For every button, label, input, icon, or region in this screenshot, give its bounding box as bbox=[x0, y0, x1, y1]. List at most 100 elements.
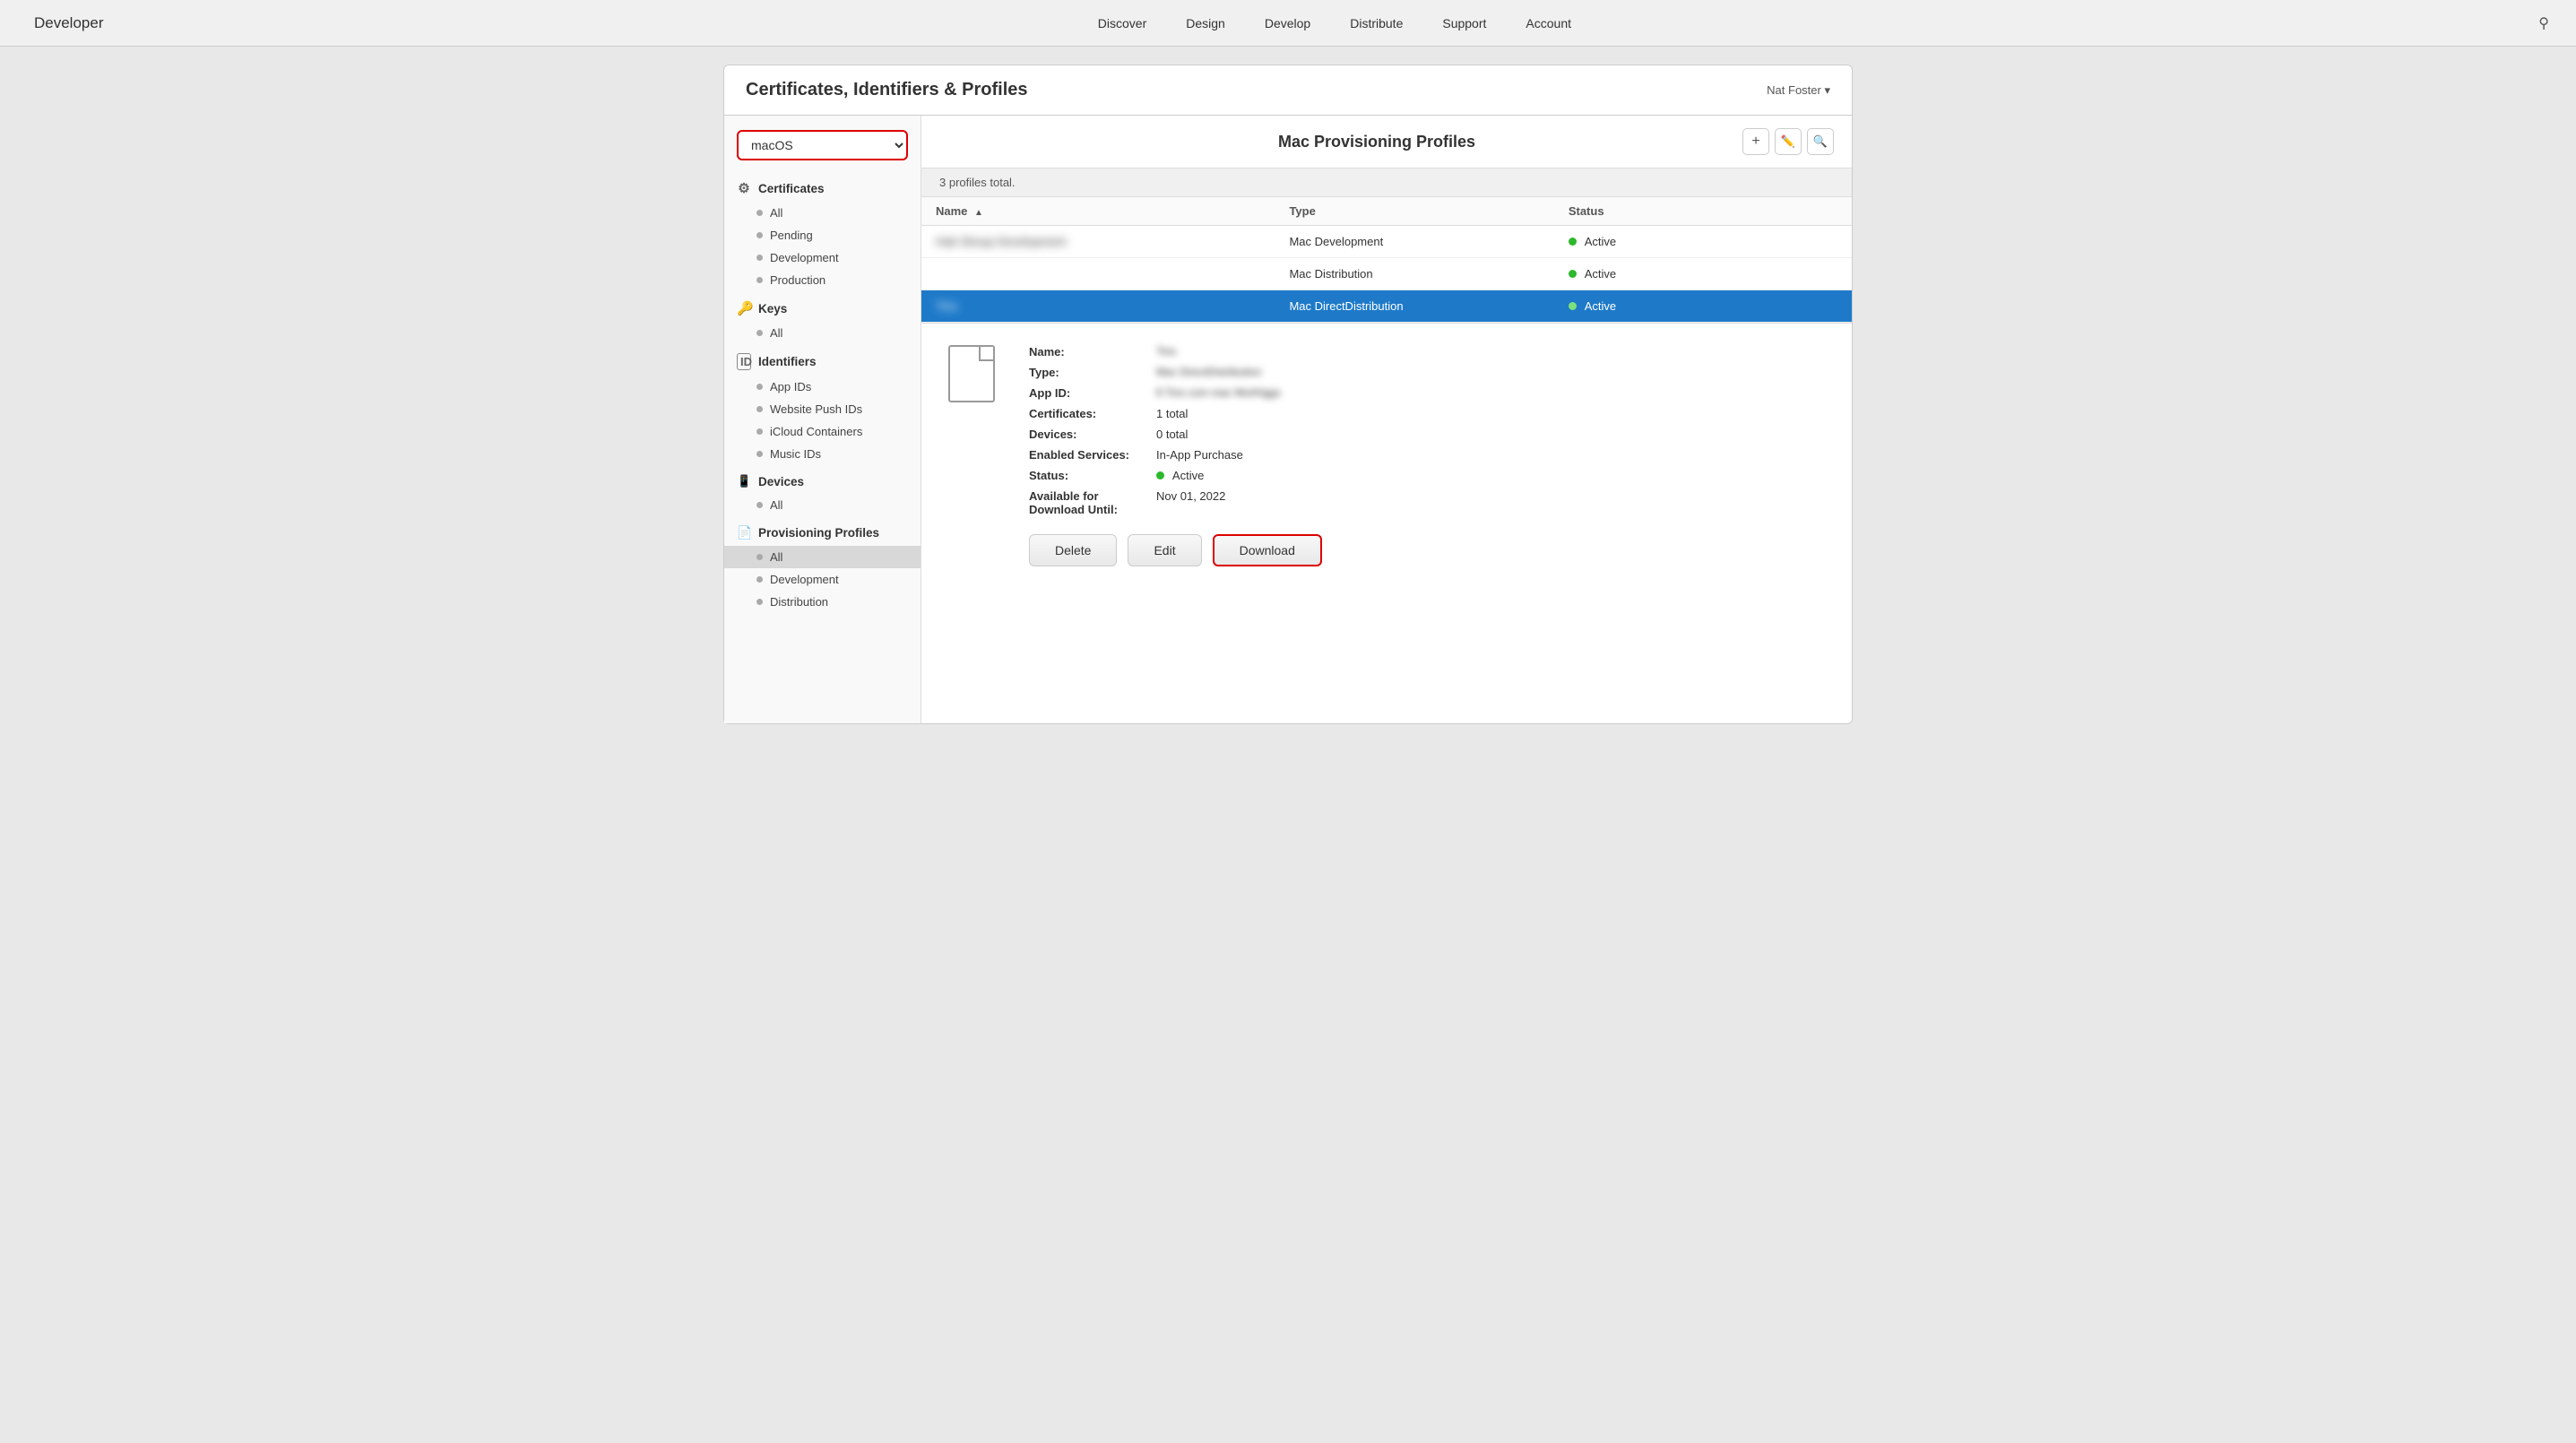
sidebar-item-profiles-development[interactable]: Development bbox=[724, 568, 921, 591]
profile-status: Active bbox=[1585, 267, 1616, 281]
bullet-icon bbox=[756, 554, 763, 560]
profiles-count-text: 3 profiles total. bbox=[939, 176, 1016, 189]
nav-logo[interactable]: Developer bbox=[27, 14, 104, 32]
platform-select-wrapper: macOS iOS tvOS watchOS bbox=[724, 130, 921, 175]
certificates-icon: ⚙ bbox=[737, 180, 751, 196]
row-name: Tins bbox=[921, 290, 1275, 323]
sidebar-item-label: Website Push IDs bbox=[770, 402, 862, 416]
bullet-icon bbox=[756, 277, 763, 283]
search-icon[interactable]: ⚲ bbox=[2538, 14, 2549, 32]
th-status: Status bbox=[1554, 197, 1852, 226]
bullet-icon bbox=[756, 210, 763, 216]
detail-status-label: Status: bbox=[1029, 469, 1145, 482]
nav-develop[interactable]: Develop bbox=[1245, 0, 1330, 47]
file-icon-wrapper bbox=[948, 345, 1002, 575]
sidebar-item-certs-pending[interactable]: Pending bbox=[724, 224, 921, 246]
sidebar-item-label: All bbox=[770, 498, 782, 512]
bullet-icon bbox=[756, 232, 763, 238]
header-actions: + ✏️ 🔍 bbox=[1742, 128, 1834, 155]
add-profile-button[interactable]: + bbox=[1742, 128, 1769, 155]
sidebar-section-devices: 📱 Devices All bbox=[724, 469, 921, 516]
main-container: Certificates, Identifiers & Profiles Nat… bbox=[705, 47, 1871, 724]
sort-arrow-icon: ▲ bbox=[974, 208, 983, 218]
detail-available-value: Nov 01, 2022 bbox=[1156, 489, 1225, 516]
detail-row-devices: Devices: 0 total bbox=[1029, 428, 1825, 441]
edit-profile-button[interactable]: ✏️ bbox=[1775, 128, 1802, 155]
nav-account[interactable]: Account bbox=[1506, 0, 1591, 47]
provisioning-label: Provisioning Profiles bbox=[758, 526, 879, 540]
nav-brand-label: Developer bbox=[34, 14, 104, 32]
sidebar-item-label: App IDs bbox=[770, 380, 811, 393]
sidebar-item-label: Distribution bbox=[770, 595, 828, 609]
bullet-icon bbox=[756, 428, 763, 435]
keys-icon: 🔑 bbox=[737, 300, 751, 316]
sidebar-item-label: iCloud Containers bbox=[770, 425, 862, 438]
bullet-icon bbox=[756, 406, 763, 412]
detail-devices-label: Devices: bbox=[1029, 428, 1145, 441]
download-button[interactable]: Download bbox=[1213, 534, 1322, 566]
sidebar-item-certs-all[interactable]: All bbox=[724, 202, 921, 224]
detail-certs-label: Certificates: bbox=[1029, 407, 1145, 420]
bullet-icon bbox=[756, 384, 763, 390]
sidebar-item-profiles-distribution[interactable]: Distribution bbox=[724, 591, 921, 613]
status-dot-icon bbox=[1156, 471, 1164, 480]
bullet-icon bbox=[756, 576, 763, 583]
sidebar-item-keys-all[interactable]: All bbox=[724, 322, 921, 344]
bullet-icon bbox=[756, 451, 763, 457]
table-row-selected[interactable]: Tins Mac DirectDistribution Active bbox=[921, 290, 1852, 323]
status-dot-icon bbox=[1569, 302, 1577, 310]
bullet-icon bbox=[756, 502, 763, 508]
detail-info: Name: Tins Type: Mac DirectDistribution … bbox=[1029, 345, 1825, 575]
delete-button[interactable]: Delete bbox=[1029, 534, 1117, 566]
nav-links: Discover Design Develop Distribute Suppo… bbox=[131, 0, 2539, 47]
edit-button[interactable]: Edit bbox=[1128, 534, 1201, 566]
user-menu[interactable]: Nat Foster ▾ bbox=[1767, 83, 1830, 98]
detail-name-label: Name: bbox=[1029, 345, 1145, 359]
sidebar-section-keys: 🔑 Keys All bbox=[724, 295, 921, 344]
sidebar-item-certs-development[interactable]: Development bbox=[724, 246, 921, 269]
row-name bbox=[921, 258, 1275, 290]
sidebar-item-music-ids[interactable]: Music IDs bbox=[724, 443, 921, 465]
devices-header: 📱 Devices bbox=[724, 469, 921, 494]
action-buttons: Delete Edit Download bbox=[1029, 534, 1825, 575]
sidebar-item-app-ids[interactable]: App IDs bbox=[724, 376, 921, 398]
keys-header: 🔑 Keys bbox=[724, 295, 921, 322]
profiles-table: Name ▲ Type Status bbox=[921, 197, 1852, 323]
th-status-label: Status bbox=[1569, 204, 1604, 218]
detail-name-value: Tins bbox=[1156, 345, 1176, 359]
certificates-label: Certificates bbox=[758, 182, 825, 195]
sidebar-item-website-push-ids[interactable]: Website Push IDs bbox=[724, 398, 921, 420]
table-row[interactable]: Mac Distribution Active bbox=[921, 258, 1852, 290]
nav-distribute[interactable]: Distribute bbox=[1330, 0, 1422, 47]
profiles-header: Mac Provisioning Profiles + ✏️ 🔍 bbox=[921, 116, 1852, 168]
nav-design[interactable]: Design bbox=[1166, 0, 1245, 47]
identifiers-icon: ID bbox=[737, 353, 751, 370]
sidebar-item-label: All bbox=[770, 326, 782, 340]
sidebar-item-icloud-containers[interactable]: iCloud Containers bbox=[724, 420, 921, 443]
sidebar-item-profiles-all[interactable]: All bbox=[724, 546, 921, 568]
platform-select[interactable]: macOS iOS tvOS watchOS bbox=[737, 130, 908, 160]
sidebar-section-identifiers: ID Identifiers App IDs Website Push IDs … bbox=[724, 348, 921, 465]
sidebar-section-certificates: ⚙ Certificates All Pending Development bbox=[724, 175, 921, 291]
sidebar-item-devices-all[interactable]: All bbox=[724, 494, 921, 516]
page-title: Certificates, Identifiers & Profiles bbox=[746, 80, 1028, 100]
row-status: Active bbox=[1554, 290, 1852, 323]
bullet-icon bbox=[756, 330, 763, 336]
provisioning-icon: 📄 bbox=[737, 525, 751, 540]
profile-status: Active bbox=[1585, 235, 1616, 248]
detail-row-type: Type: Mac DirectDistribution bbox=[1029, 366, 1825, 379]
table-row[interactable]: Hab Shoup Development Mac Development Ac… bbox=[921, 226, 1852, 258]
status-dot-icon bbox=[1569, 238, 1577, 246]
nav-discover[interactable]: Discover bbox=[1078, 0, 1166, 47]
user-menu-label: Nat Foster ▾ bbox=[1767, 83, 1830, 98]
sidebar: macOS iOS tvOS watchOS ⚙ Certificates Al… bbox=[724, 116, 921, 723]
sidebar-section-provisioning: 📄 Provisioning Profiles All Development … bbox=[724, 520, 921, 613]
nav-support[interactable]: Support bbox=[1422, 0, 1506, 47]
th-type-label: Type bbox=[1289, 204, 1315, 218]
sidebar-item-certs-production[interactable]: Production bbox=[724, 269, 921, 291]
search-profile-button[interactable]: 🔍 bbox=[1807, 128, 1834, 155]
th-name[interactable]: Name ▲ bbox=[921, 197, 1275, 226]
file-icon-corner bbox=[979, 347, 993, 361]
detail-status-value: Active bbox=[1156, 469, 1204, 482]
profile-status: Active bbox=[1585, 299, 1616, 313]
